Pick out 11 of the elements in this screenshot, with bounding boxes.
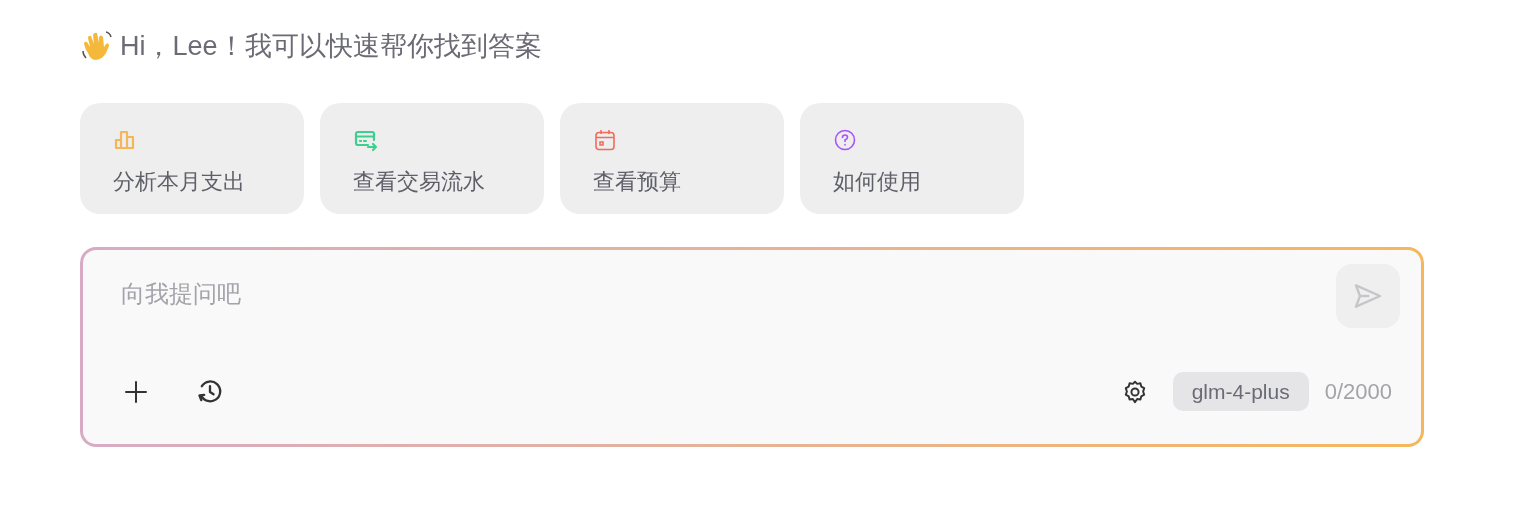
plus-icon xyxy=(124,379,148,404)
waving-hand-icon xyxy=(80,29,114,63)
suggestion-card[interactable]: 如何使用 xyxy=(800,103,1024,214)
model-selector[interactable]: glm-4-plus xyxy=(1172,372,1309,411)
greeting-text: Hi，Lee！我可以快速帮你找到答案 xyxy=(120,29,542,63)
suggestion-card[interactable]: 分析本月支出 xyxy=(80,103,304,214)
question-field[interactable]: 向我提问吧 xyxy=(121,276,1021,312)
suggestion-card[interactable]: 查看预算 xyxy=(560,103,784,214)
character-count: 0/2000 xyxy=(1324,378,1392,406)
add-button[interactable] xyxy=(123,378,149,405)
suggestion-card[interactable]: 查看交易流水 xyxy=(320,103,544,214)
